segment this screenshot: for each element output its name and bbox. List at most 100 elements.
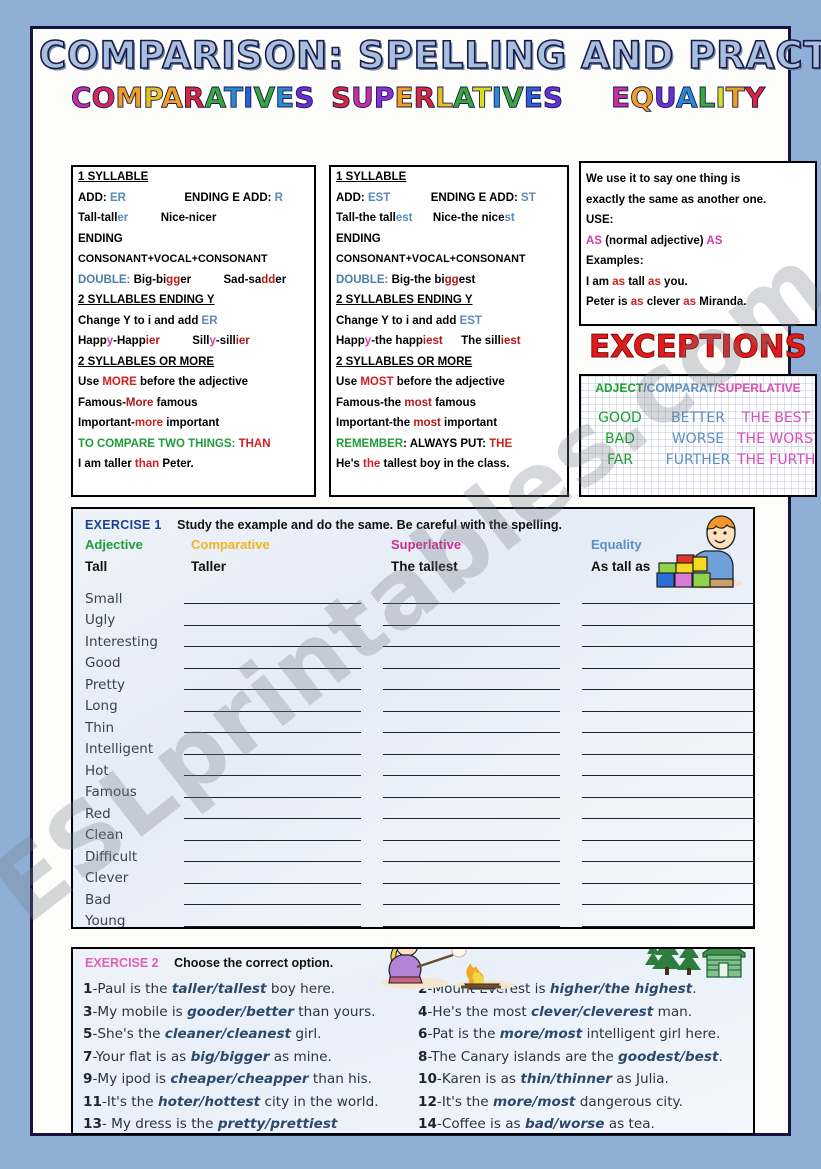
exercise-2-question[interactable]: 14-Coffee is as bad/worse as tea. [418,1113,753,1133]
exercise-1-answer-blank[interactable] [184,904,362,906]
question-text-post: girl. [291,1026,322,1042]
exercise-1-answer-blank[interactable] [383,667,561,669]
exercise-2-question[interactable]: 10-Karen is as thin/thinner as Julia. [418,1068,753,1091]
exercise-1-answer-blank[interactable] [383,753,561,755]
exercise-1-answer-blank[interactable] [582,710,753,712]
exercise-1-answer-blank[interactable] [184,775,362,777]
exercise-1-answer-blank[interactable] [582,603,753,605]
exercise-1-answer-blank[interactable] [184,689,362,691]
question-options[interactable]: taller/tallest [172,981,267,997]
exercise-1-row: Difficult [85,846,753,868]
exercise-1-answer-blank[interactable] [383,732,561,734]
exercise-2-question[interactable]: 12-It's the more/most dangerous city. [418,1091,753,1114]
exercise-2-question[interactable]: 5-She's the cleaner/cleanest girl. [83,1023,418,1046]
exercise-1-answer-blank[interactable] [383,646,561,648]
exercise-1-answer-blank[interactable] [582,904,753,906]
comp-rule-than: TO COMPARE TWO THINGS: THAN [78,437,271,450]
example-adjective: Tall [85,559,108,574]
question-options[interactable]: big/bigger [191,1049,270,1065]
exercise-1-row: Long [85,696,753,718]
exercise-1-answer-blank[interactable] [383,603,561,605]
comp-rule-cvc: CONSONANT+VOCAL+CONSONANT [78,253,268,265]
exercise-1-answer-blank[interactable] [184,925,362,927]
exercise-1-answer-blank[interactable] [184,732,362,734]
exercise-1-answer-blank[interactable] [184,710,362,712]
exercise-1-answer-blank[interactable] [383,882,561,884]
exercise-1-answer-blank[interactable] [582,861,753,863]
exercise-2-question[interactable]: 13- My dress is the pretty/prettiest [83,1113,418,1133]
exercise-1-answer-blank[interactable] [383,624,561,626]
exercise-2-question[interactable]: 8-The Canary islands are the goodest/bes… [418,1046,753,1069]
exercise-2-question[interactable]: 1-Paul is the taller/tallest boy here. [83,978,418,1001]
question-options[interactable]: more/most [500,1026,583,1042]
exercise-1-answer-blank[interactable] [184,667,362,669]
exercise-1-answer-blank[interactable] [582,753,753,755]
question-options[interactable]: more/most [493,1094,576,1110]
question-number: 11 [83,1093,102,1110]
equality-box: We use it to say one thing is exactly th… [579,161,817,326]
exercise-1-answer-blank[interactable] [582,732,753,734]
sup-example-important: Important-the most important [336,417,498,429]
exercise-2-question[interactable]: 4-He's the most clever/cleverest man. [418,1001,753,1024]
example-superlative: The tallest [391,559,458,574]
question-options[interactable]: cleaner/cleanest [165,1026,291,1042]
exercise-1-answer-blank[interactable] [184,624,362,626]
question-options[interactable]: hoter/hottest [158,1094,260,1110]
exercise-1-answer-blank[interactable] [184,882,362,884]
exercise-1-row: Intelligent [85,739,753,761]
exercise-1-answer-blank[interactable] [582,775,753,777]
exercise-2-question[interactable]: 3-My mobile is gooder/better than yours. [83,1001,418,1024]
exercise-1-answer-blank[interactable] [582,839,753,841]
exercise-1-answer-blank[interactable] [184,796,362,798]
question-options[interactable]: gooder/better [187,1004,294,1020]
exercise-1-answer-blank[interactable] [184,646,362,648]
question-text-pre: -Karen is as [436,1071,521,1087]
sup-rule-double: DOUBLE: Big-the biggest [336,273,476,286]
column-header-adjective: Adjective [85,537,143,552]
question-text-post: intelligent girl here. [582,1026,721,1042]
exercise-1-answer-blank[interactable] [383,710,561,712]
exercise-1-answer-blank[interactable] [184,818,362,820]
exercise-1-answer-blank[interactable] [184,861,362,863]
question-options[interactable]: cheaper/cheapper [170,1071,308,1087]
exercise-1-answer-blank[interactable] [184,839,362,841]
question-text-pre: -The Canary islands are the [427,1048,618,1065]
exercise-1-adjective: Thin [85,719,115,736]
exercise-1-adjective: Young [85,913,126,929]
exercise-2-question[interactable]: 7-Your flat is as big/bigger as mine. [83,1046,418,1069]
exercise-1-row: Small [85,588,753,610]
question-text-post: than his. [308,1071,372,1087]
exercise-1-label: EXERCISE 1 [85,518,162,532]
exercise-1-adjective: Long [85,698,118,715]
exercise-2-question[interactable]: 11-It's the hoter/hottest city in the wo… [83,1091,418,1114]
question-options[interactable]: clever/cleverest [531,1004,653,1020]
exercise-1-column-headers: Adjective Comparative Superlative Equali… [73,532,753,552]
exercise-1-answer-blank[interactable] [582,689,753,691]
page-title: COMPARISON: SPELLING AND PRACTICE [38,33,821,78]
exercise-1-answer-blank[interactable] [582,667,753,669]
exercise-1-answer-blank[interactable] [582,624,753,626]
exercise-1-answer-blank[interactable] [582,818,753,820]
exercise-1-answer-blank[interactable] [582,882,753,884]
question-options[interactable]: thin/thinner [520,1071,612,1087]
exercise-1-answer-blank[interactable] [383,925,561,927]
exercise-1-instruction: Study the example and do the same. Be ca… [177,518,562,532]
question-options[interactable]: pretty/prettiest [218,1116,338,1132]
exercise-1-answer-blank[interactable] [383,904,561,906]
question-options[interactable]: goodest/best [618,1049,718,1065]
exercise-1-answer-blank[interactable] [582,925,753,927]
exercise-1-answer-blank[interactable] [184,753,362,755]
exercise-1-answer-blank[interactable] [383,689,561,691]
exercise-1-answer-blank[interactable] [383,796,561,798]
exercise-1-answer-blank[interactable] [184,603,362,605]
exercise-2-question[interactable]: 9-My ipod is cheaper/cheapper than his. [83,1068,418,1091]
question-options[interactable]: bad/worse [525,1116,605,1132]
exercise-1-answer-blank[interactable] [383,775,561,777]
exceptions-table-header: ADJECT/COMPARAT/SUPERLATIVE [595,381,801,395]
exercise-2-question[interactable]: 6-Pat is the more/most intelligent girl … [418,1023,753,1046]
exercise-1-answer-blank[interactable] [383,818,561,820]
exercise-1-answer-blank[interactable] [383,839,561,841]
exercise-1-answer-blank[interactable] [383,861,561,863]
exercise-1-answer-blank[interactable] [582,646,753,648]
exercise-1-answer-blank[interactable] [582,796,753,798]
